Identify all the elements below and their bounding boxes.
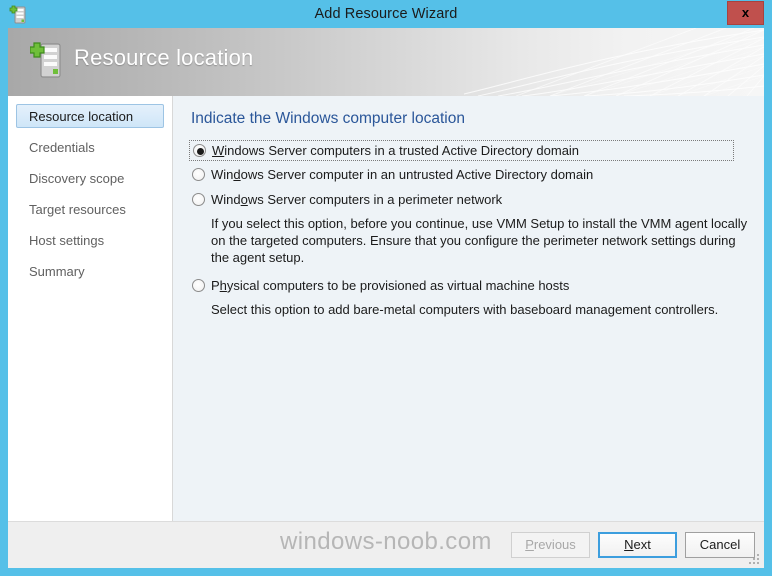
radio-option-label: Physical computers to be provisioned as … — [211, 278, 570, 293]
radio-indicator — [192, 279, 205, 292]
option-description-perimeter-network: If you select this option, before you co… — [211, 216, 748, 265]
watermark: windows-noob.com — [280, 528, 492, 555]
banner-mesh-decoration — [464, 28, 764, 96]
wizard-footer: windows-noob.com Previous Next Cancel — [8, 521, 764, 568]
sidebar-item-resource-location[interactable]: Resource location — [16, 104, 164, 128]
window-title: Add Resource Wizard — [314, 6, 458, 22]
sidebar-item-label: Host settings — [29, 233, 105, 248]
cancel-button[interactable]: Cancel — [685, 532, 755, 558]
wizard-window: Add Resource Wizard x Resource location … — [0, 0, 772, 576]
accel-char: h — [219, 278, 227, 293]
radio-option-untrusted-domain[interactable]: Windows Server computer in an untrusted … — [191, 165, 748, 186]
wizard-banner: Resource location — [8, 28, 764, 96]
accel-char: N — [624, 537, 634, 552]
radio-option-label: Windows Server computer in an untrusted … — [211, 167, 594, 182]
banner-title: Resource location — [74, 45, 254, 70]
sidebar-item-label: Discovery scope — [29, 171, 125, 186]
sidebar-item-target-resources[interactable]: Target resources — [16, 197, 164, 221]
sidebar-item-discovery-scope[interactable]: Discovery scope — [16, 166, 164, 190]
title-bar: Add Resource Wizard x — [0, 0, 772, 28]
sidebar-item-label: Credentials — [29, 140, 95, 155]
radio-indicator — [192, 168, 205, 181]
sidebar-item-credentials[interactable]: Credentials — [16, 135, 164, 159]
radio-option-perimeter-network[interactable]: Windows Server computers in a perimeter … — [191, 190, 748, 211]
radio-indicator — [192, 193, 205, 206]
wizard-content-pane: Indicate the Windows computer location W… — [173, 96, 764, 521]
sidebar-item-label: Target resources — [29, 202, 126, 217]
radio-option-physical-computers[interactable]: Physical computers to be provisioned as … — [191, 276, 748, 297]
radio-option-label: Windows Server computers in a perimeter … — [211, 192, 503, 207]
server-add-icon — [29, 38, 70, 84]
sidebar-item-summary[interactable]: Summary — [16, 259, 164, 283]
page-title: Indicate the Windows computer location — [191, 110, 465, 127]
accel-char: W — [212, 143, 225, 158]
radio-option-label: Windows Server computers in a trusted Ac… — [212, 143, 580, 158]
sidebar-item-label: Summary — [29, 264, 85, 279]
resize-grip-icon[interactable] — [747, 552, 761, 566]
option-description-physical-computers: Select this option to add bare-metal com… — [211, 302, 719, 317]
accel-char: d — [233, 167, 241, 182]
wizard-step-nav: Resource location Credentials Discovery … — [8, 96, 173, 521]
next-button[interactable]: Next — [598, 532, 677, 558]
previous-button[interactable]: Previous — [511, 532, 590, 558]
sidebar-item-host-settings[interactable]: Host settings — [16, 228, 164, 252]
radio-indicator — [193, 144, 206, 157]
close-button[interactable]: x — [727, 1, 764, 25]
wizard-body: Resource location Credentials Discovery … — [8, 96, 764, 521]
radio-option-trusted-domain[interactable]: Windows Server computers in a trusted Ac… — [189, 140, 734, 161]
accel-char: P — [525, 537, 534, 552]
sidebar-item-label: Resource location — [29, 109, 134, 124]
accel-char: o — [240, 192, 248, 207]
